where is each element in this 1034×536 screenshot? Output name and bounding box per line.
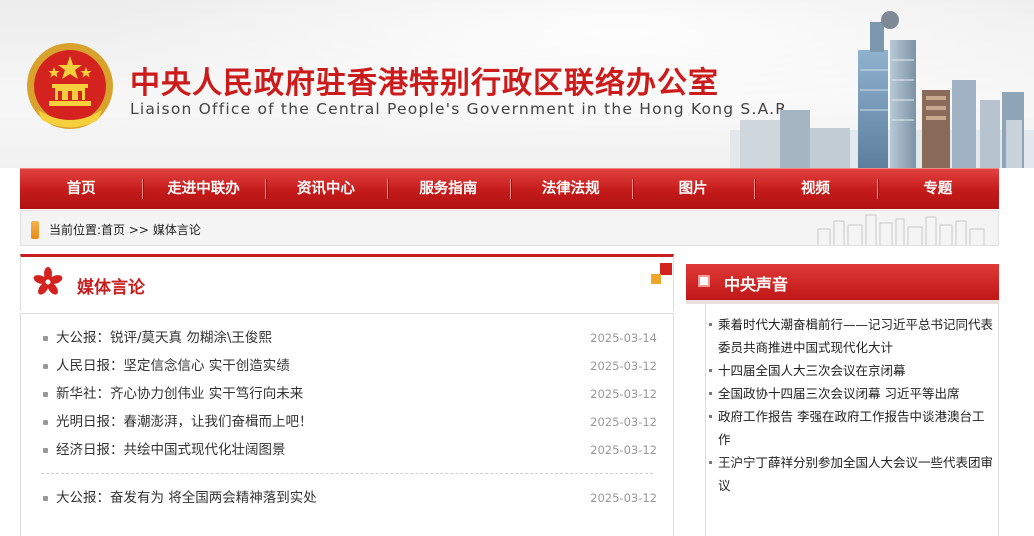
sidebar-item-text[interactable]: 政府工作报告 李强在政府工作报告中谈港澳台工作 <box>718 405 994 451</box>
breadcrumb-current: 媒体言论 <box>152 223 201 237</box>
sidebar-panel: 乘着时代大潮奋楫前行——记习近平总书记同代表委员共商推进中国式现代化大计 十四届… <box>705 304 999 536</box>
bullet-icon <box>709 392 712 395</box>
bullet-icon <box>43 420 48 425</box>
list-item[interactable]: 政府工作报告 李强在政府工作报告中谈港澳台工作 <box>709 405 994 451</box>
sidebar-title: 中央声音 <box>724 275 789 294</box>
breadcrumb-skyline-decor <box>817 214 985 245</box>
breadcrumb: 当前位置:首页 >> 媒体言论 <box>49 221 201 238</box>
bullet-icon <box>43 336 48 341</box>
main-nav: 首页 走进中联办 资讯中心 服务指南 法律法规 图片 视频 专题 <box>20 168 999 209</box>
bullet-icon <box>709 461 712 464</box>
city-skyline-image <box>730 11 1034 168</box>
sidebar-list: 乘着时代大潮奋楫前行——记习近平总书记同代表委员共商推进中国式现代化大计 十四届… <box>709 313 994 497</box>
list-item[interactable]: 大公报：奋发有为 将全国两会精神落到实处 2025-03-12 <box>41 484 657 512</box>
breadcrumb-prefix: 当前位置: <box>49 223 102 237</box>
nav-item-laws[interactable]: 法律法规 <box>509 169 632 209</box>
nav-item-home[interactable]: 首页 <box>20 169 142 209</box>
sidebar-item-text[interactable]: 全国政协十四届三次会议闭幕 习近平等出席 <box>718 382 994 405</box>
news-list-group-2: 大公报：奋发有为 将全国两会精神落到实处 2025-03-12 <box>41 484 657 512</box>
sidebar-item-text[interactable]: 乘着时代大潮奋楫前行——记习近平总书记同代表委员共商推进中国式现代化大计 <box>718 313 994 359</box>
bauhinia-icon <box>33 267 63 295</box>
nav-item-videos[interactable]: 视频 <box>754 169 876 209</box>
bullet-icon <box>43 392 48 397</box>
list-item[interactable]: 全国政协十四届三次会议闭幕 习近平等出席 <box>709 382 994 405</box>
nav-item-topics[interactable]: 专题 <box>876 169 999 209</box>
breadcrumb-separator: >> <box>125 223 153 237</box>
corner-squares-icon <box>651 263 672 284</box>
list-item[interactable]: 大公报：锐评/莫天真 勿糊涂\王俊熙 2025-03-14 <box>41 324 657 352</box>
site-title-cn: 中央人民政府驻香港特别行政区联络办公室 <box>130 66 719 101</box>
sidebar-header: 中央声音 <box>686 264 999 304</box>
list-item[interactable]: 光明日报：春潮澎湃，让我们奋楫而上吧！ 2025-03-12 <box>41 408 657 436</box>
news-list: 大公报：锐评/莫天真 勿糊涂\王俊熙 2025-03-14 人民日报：坚定信念信… <box>41 324 657 464</box>
news-title[interactable]: 新华社：齐心协力创伟业 实干笃行向未来 <box>56 380 303 408</box>
news-title[interactable]: 经济日报：共绘中国式现代化壮阔图景 <box>56 436 286 464</box>
nav-item-service-guide[interactable]: 服务指南 <box>387 169 509 209</box>
list-item[interactable]: 新华社：齐心协力创伟业 实干笃行向未来 2025-03-12 <box>41 380 657 408</box>
list-divider <box>41 473 653 474</box>
bullet-icon <box>709 415 712 418</box>
news-date: 2025-03-12 <box>590 491 657 505</box>
list-item[interactable]: 十四届全国人大三次会议在京闭幕 <box>709 359 994 382</box>
news-date: 2025-03-12 <box>590 415 657 429</box>
bullet-icon <box>709 323 712 326</box>
news-date: 2025-03-12 <box>590 443 657 457</box>
sidebar-item-text[interactable]: 十四届全国人大三次会议在京闭幕 <box>718 359 994 382</box>
bullet-icon <box>709 369 712 372</box>
news-title[interactable]: 大公报：奋发有为 将全国两会精神落到实处 <box>56 484 317 512</box>
nav-item-news-center[interactable]: 资讯中心 <box>264 169 387 209</box>
national-emblem-icon[interactable] <box>24 40 116 132</box>
news-title[interactable]: 光明日报：春潮澎湃，让我们奋楫而上吧！ <box>56 408 313 436</box>
news-title[interactable]: 大公报：锐评/莫天真 勿糊涂\王俊熙 <box>56 324 272 352</box>
breadcrumb-home-link[interactable]: 首页 <box>101 223 125 237</box>
square-bullet-icon <box>698 275 710 287</box>
sidebar-item-text[interactable]: 王沪宁丁薛祥分别参加全国人大会议一些代表团审议 <box>718 451 994 497</box>
site-header: 中央人民政府驻香港特别行政区联络办公室 Liaison Office of th… <box>0 0 1034 168</box>
nav-item-about[interactable]: 走进中联办 <box>142 169 264 209</box>
list-item[interactable]: 经济日报：共绘中国式现代化壮阔图景 2025-03-12 <box>41 436 657 464</box>
news-list-panel: 大公报：锐评/莫天真 勿糊涂\王俊熙 2025-03-14 人民日报：坚定信念信… <box>20 313 674 536</box>
breadcrumb-marker-icon <box>31 221 39 239</box>
section-header: 媒体言论 <box>20 254 674 311</box>
news-date: 2025-03-14 <box>590 331 657 345</box>
news-date: 2025-03-12 <box>590 359 657 373</box>
breadcrumb-bar: 当前位置:首页 >> 媒体言论 <box>20 210 999 246</box>
list-item[interactable]: 乘着时代大潮奋楫前行——记习近平总书记同代表委员共商推进中国式现代化大计 <box>709 313 994 359</box>
bullet-icon <box>43 448 48 453</box>
nav-item-pictures[interactable]: 图片 <box>631 169 754 209</box>
news-date: 2025-03-12 <box>590 387 657 401</box>
section-title: 媒体言论 <box>77 278 145 298</box>
list-item[interactable]: 王沪宁丁薛祥分别参加全国人大会议一些代表团审议 <box>709 451 994 497</box>
site-title-en: Liaison Office of the Central People's G… <box>130 100 793 118</box>
news-title[interactable]: 人民日报：坚定信念信心 实干创造实绩 <box>56 352 290 380</box>
list-item[interactable]: 人民日报：坚定信念信心 实干创造实绩 2025-03-12 <box>41 352 657 380</box>
bullet-icon <box>43 364 48 369</box>
bullet-icon <box>43 496 48 501</box>
